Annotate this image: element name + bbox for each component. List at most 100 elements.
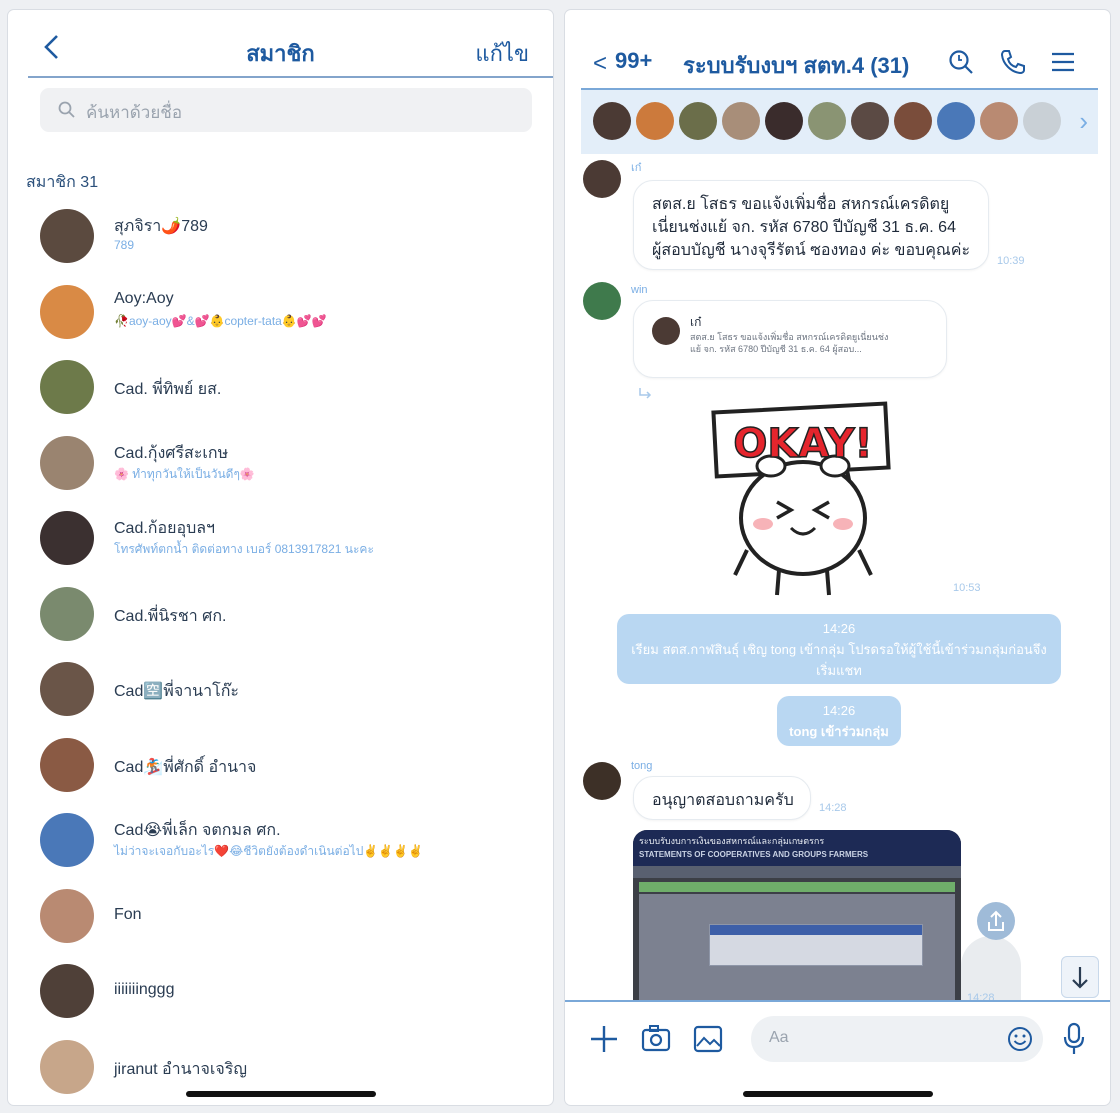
member-row[interactable]: Fon (8, 878, 553, 954)
avatar (40, 737, 94, 792)
home-indicator (743, 1091, 933, 1097)
strip-avatar[interactable] (593, 102, 631, 140)
member-row[interactable]: Cad.กุ้งศรีสะเกษ 🌸 ทำทุกวันให้เป็นวันดีๆ🌸 (8, 425, 553, 501)
edit-button[interactable]: แก้ไข (475, 36, 529, 71)
member-name: iiiiiiinggg (114, 981, 175, 998)
sender-name: เก๋ (631, 162, 642, 174)
member-name: Cad🈳พี่จานาโก๊ะ (114, 683, 239, 700)
member-avatar-strip[interactable]: › (581, 88, 1098, 154)
member-row[interactable]: Aoy:Aoy 🥀aoy-aoy💕&💕👶copter-tata👶💕💕 (8, 274, 553, 350)
avatar (40, 360, 94, 414)
chat-title: ระบบรับงบฯ สตท.4 (31) (683, 53, 910, 78)
avatar[interactable] (583, 762, 621, 800)
search-icon[interactable] (947, 48, 975, 76)
timestamp: 10:39 (997, 255, 1025, 267)
strip-avatar[interactable] (679, 102, 717, 140)
avatar[interactable] (583, 160, 621, 198)
member-row[interactable]: Cad.พี่นิรชา ศก. (8, 576, 553, 652)
chat-screen: < 99+ ระบบรับงบฯ สตท.4 (31) › เก๋ สตส.ย … (565, 10, 1110, 1105)
member-name: Cad🏂พี่ศักดิ์ อำนาจ (114, 758, 257, 776)
member-name: สุภจิรา🌶️789 (114, 218, 208, 235)
photo-message[interactable]: ระบบรับงบการเงินของสหกรณ์และกลุ่มเกษตรกร… (633, 830, 961, 1000)
input-placeholder: Aa (769, 1029, 789, 1046)
avatar (40, 586, 94, 641)
sender-name: win (631, 284, 648, 296)
timestamp: 14:28 (819, 802, 847, 814)
avatar (652, 317, 680, 345)
message-composer: Aa (565, 1000, 1110, 1072)
search-input[interactable]: ค้นหาด้วยชื่อ (40, 88, 532, 132)
quoted-sender: เก๋ (690, 315, 702, 329)
unread-count[interactable]: 99+ (615, 48, 652, 74)
photo-banner: ระบบรับงบการเงินของสหกรณ์และกลุ่มเกษตรกร… (633, 830, 961, 866)
search-icon (58, 101, 75, 118)
member-row[interactable]: Cad. พี่ทิพย์ ยส. (8, 349, 553, 425)
avatar (40, 813, 94, 867)
member-name: Cad.พี่นิรชา ศก. (114, 607, 227, 625)
message-bubble[interactable]: อนุญาตสอบถามครับ (633, 776, 811, 820)
menu-icon[interactable] (1049, 48, 1077, 76)
strip-avatar[interactable] (851, 102, 889, 140)
photo-table (709, 924, 923, 966)
members-header: สมาชิก แก้ไข (8, 10, 553, 76)
photo-heading: ระบบรับงบการเงินของสหกรณ์และกลุ่มเกษตรกร (639, 836, 825, 846)
member-row[interactable]: Cad.ก้อยอุบลฯ โทรศัพท์ตกน้ำ ติดต่อทาง เบอ… (8, 500, 553, 576)
system-notice: 14:26 เรียม สตส.กาฬสินธุ์ เชิญ tong เข้า… (617, 614, 1061, 684)
member-row[interactable]: Cad🏂พี่ศักดิ์ อำนาจ (8, 727, 553, 803)
chevron-left-icon[interactable]: < (593, 50, 607, 78)
phone-icon[interactable] (999, 48, 1027, 76)
image-icon[interactable] (693, 1024, 723, 1054)
strip-avatar[interactable] (722, 102, 760, 140)
strip-avatar[interactable] (980, 102, 1018, 140)
member-name: Fon (114, 905, 142, 923)
message-text: อนุญาตสอบถามครับ (652, 792, 794, 809)
quoted-text: สตส.ย โสธร ขอแจ้งเพิ่มชื่อ สหกรณ์เครดิตย… (690, 332, 889, 342)
strip-avatar[interactable] (1023, 102, 1061, 140)
strip-avatar[interactable] (894, 102, 932, 140)
member-row[interactable]: iiiiiiinggg (8, 953, 553, 1029)
avatar (40, 284, 94, 339)
member-name: Cad.กุ้งศรีสะเกษ (114, 444, 229, 462)
member-status: 🌸 ทำทุกวันให้เป็นวันดีๆ🌸 (114, 466, 255, 481)
arrow-down-icon (1072, 967, 1088, 989)
member-name: Cad.ก้อยอุบลฯ (114, 520, 216, 537)
member-row[interactable]: Cad😭พี่เล็ก จตกมล ศก. ไม่ว่าจะเจอกับอะไร❤… (8, 802, 553, 878)
share-button[interactable] (977, 902, 1015, 940)
quoted-text: แย้ จก. รหัส 6780 ปีบัญชี 31 ธ.ค. 64 ผู้… (690, 344, 862, 354)
avatar (40, 888, 94, 943)
page-title: สมาชิก (246, 41, 315, 66)
sender-name: tong (631, 760, 653, 772)
member-row[interactable]: Cad🈳พี่จานาโก๊ะ (8, 651, 553, 727)
mic-icon[interactable] (1063, 1022, 1085, 1056)
member-name: Cad😭พี่เล็ก จตกมล ศก. (114, 822, 281, 839)
member-name: Cad. พี่ทิพย์ ยส. (114, 381, 222, 398)
avatar[interactable] (583, 282, 621, 320)
reply-quote-bubble[interactable]: เก๋ สตส.ย โสธร ขอแจ้งเพิ่มชื่อ สหกรณ์เคร… (633, 300, 947, 378)
member-row[interactable]: สุภจิรา🌶️789 789 (8, 198, 553, 274)
avatar (40, 209, 94, 263)
plus-icon[interactable] (589, 1024, 619, 1054)
camera-icon[interactable] (641, 1024, 671, 1054)
share-icon (988, 910, 1004, 931)
system-text: tong เข้าร่วมกลุ่ม (789, 724, 889, 739)
message-input[interactable]: Aa (751, 1016, 1043, 1062)
system-text: เรียม สตส.กาฬสินธุ์ เชิญ tong เข้ากลุ่ม … (631, 642, 1047, 657)
chevron-right-icon[interactable]: › (1079, 106, 1088, 137)
strip-avatar[interactable] (765, 102, 803, 140)
emoji-icon[interactable] (1007, 1026, 1033, 1052)
member-name: Aoy:Aoy (114, 289, 174, 307)
message-bubble[interactable]: สตส.ย โสธร ขอแจ้งเพิ่มชื่อ สหกรณ์เครดิตย… (633, 180, 989, 270)
scroll-down-button[interactable] (1061, 956, 1099, 998)
photo-subheading: STATEMENTS OF COOPERATIVES AND GROUPS FA… (639, 850, 869, 859)
members-screen: สมาชิก แก้ไข ค้นหาด้วยชื่อ สมาชิก 31 สุภ… (8, 10, 553, 1105)
strip-avatar[interactable] (636, 102, 674, 140)
strip-avatar[interactable] (808, 102, 846, 140)
timestamp: 10:53 (953, 582, 981, 594)
member-status: 789 (114, 238, 135, 252)
search-placeholder: ค้นหาด้วยชื่อ (86, 103, 183, 122)
okay-sticker[interactable]: OKAY! (707, 400, 897, 600)
system-notice: 14:26 tong เข้าร่วมกลุ่ม (777, 696, 901, 746)
strip-avatar[interactable] (937, 102, 975, 140)
member-name: jiranut อำนาจเจริญ (114, 1060, 247, 1078)
avatar (40, 662, 94, 716)
